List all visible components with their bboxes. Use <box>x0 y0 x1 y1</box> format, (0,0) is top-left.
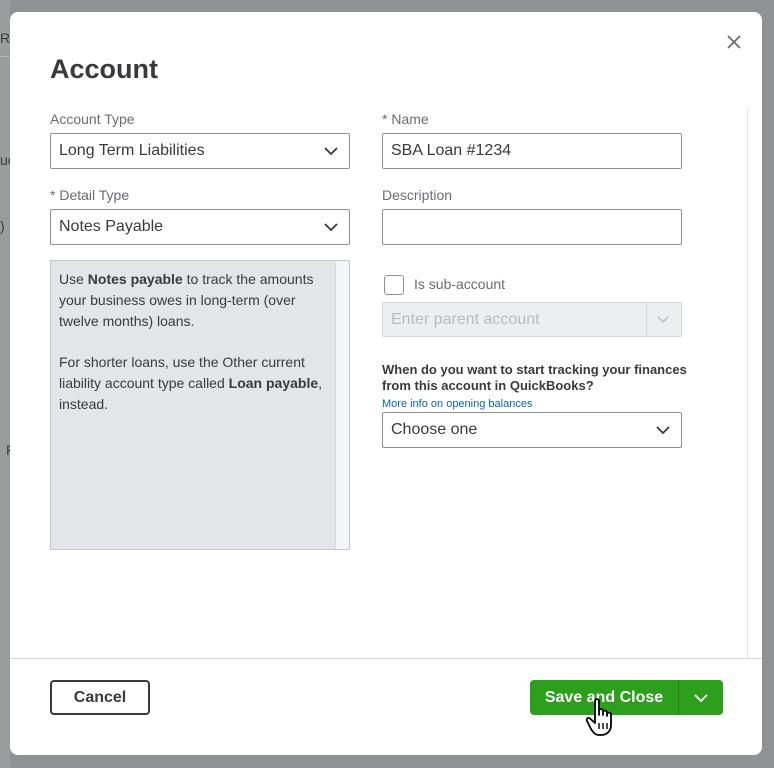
account-type-label: Account Type <box>50 111 135 127</box>
tracking-question: When do you want to start tracking your … <box>382 362 687 393</box>
parent-account-placeholder: Enter parent account <box>391 310 540 328</box>
detail-type-help: Use Notes payable to track the amounts y… <box>50 260 350 550</box>
tracking-start-select[interactable]: Choose one <box>382 412 682 448</box>
account-dialog: Account Account Type Long Term Liabiliti… <box>10 12 762 755</box>
background-page <box>0 0 10 768</box>
parent-account-divider <box>646 303 647 336</box>
account-type-value: Long Term Liabilities <box>59 142 205 159</box>
save-button-group: Save and Close <box>530 680 723 715</box>
account-type-select[interactable]: Long Term Liabilities <box>50 133 350 169</box>
detail-type-select[interactable]: Notes Payable <box>50 209 350 245</box>
cancel-button[interactable]: Cancel <box>50 680 150 715</box>
close-button[interactable] <box>723 31 745 53</box>
detail-type-label: * Detail Type <box>50 187 130 203</box>
chevron-down-icon <box>324 223 338 232</box>
save-options-button[interactable] <box>679 680 723 715</box>
name-value: SBA Loan #1234 <box>391 142 512 159</box>
chevron-down-icon <box>694 693 708 702</box>
help-paragraph-1: Use Notes payable to track the amounts y… <box>59 271 314 329</box>
chevron-down-icon <box>324 147 338 156</box>
sub-account-label: Is sub-account <box>414 276 506 292</box>
hand-pointer-icon <box>585 698 612 736</box>
help-scrollbar[interactable] <box>335 261 349 549</box>
name-input[interactable]: SBA Loan #1234 <box>382 133 682 169</box>
detail-type-value: Notes Payable <box>59 218 164 235</box>
scroll-rail <box>747 108 748 658</box>
chevron-down-icon <box>656 426 670 435</box>
parent-account-select[interactable]: Enter parent account <box>382 302 682 337</box>
tracking-start-value: Choose one <box>391 421 478 438</box>
help-paragraph-2: For shorter loans, use the Other current… <box>59 354 323 412</box>
background-text: ) <box>0 218 5 234</box>
close-icon <box>727 35 741 49</box>
footer-divider <box>10 658 762 659</box>
description-label: Description <box>382 187 453 203</box>
background-divider <box>0 56 10 57</box>
description-input[interactable] <box>382 209 682 245</box>
chevron-down-icon <box>657 316 669 324</box>
dialog-title: Account <box>50 54 158 84</box>
opening-balances-link[interactable]: More info on opening balances <box>382 398 532 410</box>
sub-account-checkbox[interactable] <box>384 275 404 295</box>
name-label: * Name <box>382 111 429 127</box>
